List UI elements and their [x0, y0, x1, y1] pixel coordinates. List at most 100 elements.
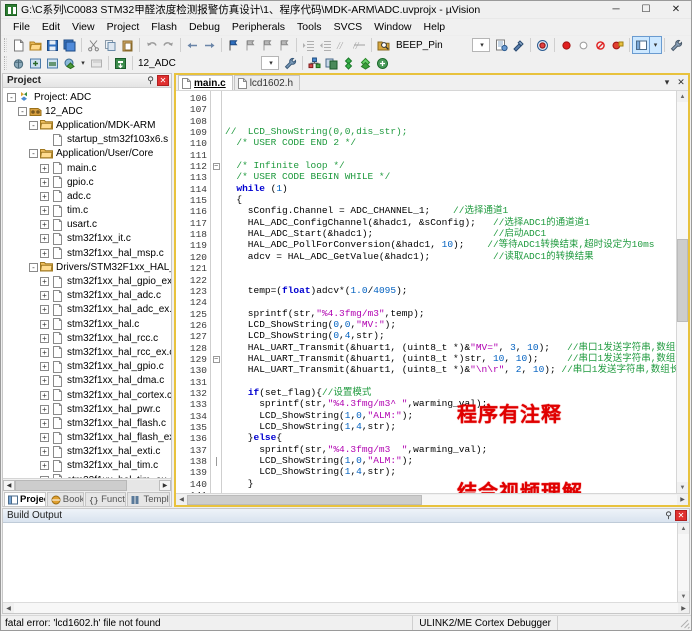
project-panel-tab-templ[interactable]: Templ...: [127, 492, 171, 506]
expand-icon[interactable]: +: [40, 191, 49, 201]
code-line[interactable]: [222, 262, 676, 273]
code-line[interactable]: }else{: [222, 432, 676, 443]
menu-item-file[interactable]: File: [7, 20, 36, 34]
code-line[interactable]: LCD_ShowString(0,0,"MV:");: [222, 319, 676, 330]
code-line[interactable]: adcv = HAL_ADC_GetValue(&hadc1); //读取ADC…: [222, 251, 676, 262]
collapse-icon[interactable]: -: [7, 92, 16, 102]
expand-icon[interactable]: +: [40, 234, 49, 244]
hscroll-track[interactable]: [14, 603, 678, 613]
bookmark-toggle-icon[interactable]: [225, 37, 242, 53]
project-tree[interactable]: - Project: ADC -12_ADC - Application/MDK-ARM…: [3, 88, 171, 478]
uncomment-icon[interactable]: //: [351, 37, 368, 53]
hscroll-thumb[interactable]: [187, 494, 423, 505]
collapse-icon[interactable]: -: [29, 262, 38, 272]
fold-collapse-icon[interactable]: −: [211, 161, 221, 172]
manage-env-icon[interactable]: [374, 55, 391, 71]
tree-node[interactable]: + stm32f1xx_hal_tim_ex.c: [3, 473, 171, 478]
expand-icon[interactable]: +: [40, 291, 49, 301]
hscroll-track[interactable]: [187, 494, 677, 505]
tree-node[interactable]: + stm32f1xx_hal_rcc.c: [3, 331, 171, 345]
scroll-down-arrow-icon[interactable]: ▼: [678, 591, 689, 602]
tree-node[interactable]: + stm32f1xx_hal_rcc_ex.c: [3, 345, 171, 359]
open-file-icon[interactable]: [27, 37, 44, 53]
code-line[interactable]: [222, 489, 676, 493]
expand-icon[interactable]: +: [40, 376, 49, 386]
code-line[interactable]: /* USER CODE BEGIN WHILE */: [222, 171, 676, 182]
project-window-dropdown[interactable]: ▾: [649, 36, 662, 54]
paste-icon[interactable]: [119, 37, 136, 53]
code-line[interactable]: HAL_ADC_ConfigChannel(&hadc1, &sConfig);…: [222, 217, 676, 228]
tree-node[interactable]: + stm32f1xx_hal_flash.c: [3, 416, 171, 430]
tree-node[interactable]: + gpio.c: [3, 175, 171, 189]
code-line[interactable]: LCD_ShowString(1,0,"ALM:");: [222, 410, 676, 421]
expand-icon[interactable]: +: [40, 447, 49, 457]
manage-runtime-icon[interactable]: [306, 55, 323, 71]
batch-build-icon[interactable]: [61, 55, 78, 71]
vscroll-track[interactable]: [678, 534, 689, 591]
project-tree-hscrollbar[interactable]: ◀ ▶: [3, 478, 171, 491]
tree-node[interactable]: + stm32f1xx_hal_adc.c: [3, 289, 171, 303]
expand-icon[interactable]: +: [40, 362, 49, 372]
menu-item-help[interactable]: Help: [418, 20, 452, 34]
navigate-back-icon[interactable]: [184, 37, 201, 53]
collapse-icon[interactable]: -: [29, 149, 38, 159]
comment-icon[interactable]: //: [334, 37, 351, 53]
close-button[interactable]: ✕: [661, 1, 691, 19]
code-line[interactable]: }: [222, 478, 676, 489]
toolbar-grip[interactable]: [4, 38, 7, 52]
project-window-icon[interactable]: [632, 36, 651, 54]
indent-icon[interactable]: [300, 37, 317, 53]
expand-icon[interactable]: +: [40, 206, 49, 216]
menu-item-view[interactable]: View: [66, 20, 101, 34]
code-line[interactable]: LCD_ShowString(1,4,str);: [222, 466, 676, 477]
maximize-button[interactable]: ☐: [631, 1, 661, 19]
undo-icon[interactable]: [143, 37, 160, 53]
fold-collapse-icon[interactable]: −: [211, 354, 221, 365]
editor-tab-mainc[interactable]: main.c: [178, 75, 233, 90]
menu-item-debug[interactable]: Debug: [183, 20, 226, 34]
code-line[interactable]: LCD_ShowString(1,0,"ALM:");: [222, 455, 676, 466]
expand-icon[interactable]: +: [40, 305, 49, 315]
build-output-vscrollbar[interactable]: ▲ ▼: [677, 523, 689, 602]
code-line[interactable]: sConfig.Channel = ADC_CHANNEL_1; //选择通道1: [222, 205, 676, 216]
menu-item-window[interactable]: Window: [368, 20, 417, 34]
expand-icon[interactable]: +: [40, 277, 49, 287]
code-line[interactable]: HAL_UART_Transmit(&huart1, (uint8_t *)st…: [222, 353, 676, 364]
tree-node[interactable]: - Application/MDK-ARM: [3, 118, 171, 132]
editor-tab-lcd1602h[interactable]: lcd1602.h: [233, 75, 301, 90]
code-line[interactable]: sprintf(str,"%4.3fmg/m3 ",warming_val);: [222, 444, 676, 455]
scroll-down-arrow-icon[interactable]: ▼: [677, 482, 688, 493]
expand-icon[interactable]: +: [40, 433, 49, 443]
expand-icon[interactable]: +: [40, 404, 49, 414]
symbol-combo-dropdown[interactable]: ▾: [472, 38, 490, 52]
menu-item-project[interactable]: Project: [101, 20, 146, 34]
tree-node[interactable]: + stm32f1xx_hal_exti.c: [3, 445, 171, 459]
insert-breakpoint-icon[interactable]: [558, 37, 575, 53]
pack-installer-icon[interactable]: [340, 55, 357, 71]
expand-icon[interactable]: +: [40, 390, 49, 400]
insert-include-icon[interactable]: [493, 37, 510, 53]
expand-icon[interactable]: +: [40, 418, 49, 428]
bookmark-next-icon[interactable]: [259, 37, 276, 53]
close-icon[interactable]: ✕: [674, 75, 688, 90]
outdent-icon[interactable]: [317, 37, 334, 53]
kill-all-breakpoints-icon[interactable]: [592, 37, 609, 53]
start-debug-icon[interactable]: [534, 37, 551, 53]
code-line[interactable]: sprintf(str,"%4.3fmg/m3",temp);: [222, 308, 676, 319]
expand-icon[interactable]: +: [40, 319, 49, 329]
code-line[interactable]: temp=(float)adcv*(1.0/4095);: [222, 285, 676, 296]
tree-node[interactable]: + stm32f1xx_hal_cortex.c: [3, 388, 171, 402]
stop-build-icon[interactable]: [88, 55, 105, 71]
code-vscrollbar[interactable]: ▲ ▼: [676, 91, 688, 493]
code-folding-column[interactable]: −−−: [210, 91, 222, 493]
tree-node[interactable]: - Drivers/STM32F1xx_HAL_Driver: [3, 260, 171, 274]
collapse-icon[interactable]: -: [29, 120, 38, 130]
tree-node[interactable]: + stm32f1xx_hal.c: [3, 317, 171, 331]
resize-grip-icon[interactable]: [677, 616, 691, 630]
cut-icon[interactable]: [85, 37, 102, 53]
navigate-forward-icon[interactable]: [201, 37, 218, 53]
project-panel-tab-funct[interactable]: {}Funct...: [85, 492, 127, 506]
rebuild-icon[interactable]: [44, 55, 61, 71]
build-output-hscrollbar[interactable]: ◀ ▶: [3, 602, 689, 613]
pin-icon[interactable]: ⚲: [662, 510, 675, 522]
